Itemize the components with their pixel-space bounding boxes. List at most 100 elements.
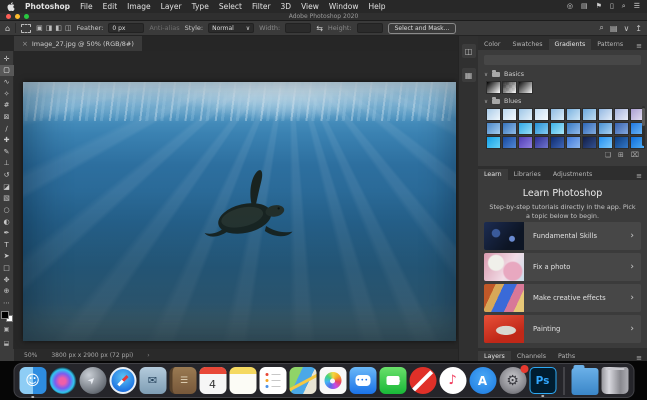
libraries-panel-icon[interactable]: ◫: [461, 44, 476, 58]
tab-gradients[interactable]: Gradients: [548, 39, 592, 50]
gradient-swatch-blues-26[interactable]: [566, 136, 581, 149]
adjustments-panel-icon[interactable]: ▦: [461, 68, 476, 82]
gradient-swatch-blues-6[interactable]: [566, 108, 581, 121]
launchpad-dock-icon[interactable]: ➤: [79, 367, 106, 394]
music-dock-icon[interactable]: ♪: [439, 367, 466, 394]
document-tab[interactable]: × Image_27.jpg @ 50% (RGB/8#): [14, 36, 142, 51]
gradient-swatch-blues-18[interactable]: [598, 122, 613, 135]
gradient-swatch-blues-4[interactable]: [534, 108, 549, 121]
notes-dock-icon[interactable]: [229, 367, 256, 394]
battery-icon[interactable]: ▯: [610, 2, 614, 11]
status-chevron-icon[interactable]: ›: [147, 352, 149, 359]
gradient-swatch-blues-5[interactable]: [550, 108, 565, 121]
gradient-swatch-blues-2[interactable]: [502, 108, 517, 121]
gradient-swatch-blues-23[interactable]: [518, 136, 533, 149]
gradient-swatch-blues-11[interactable]: [486, 122, 501, 135]
brush-tool[interactable]: ✎: [0, 146, 14, 158]
type-tool[interactable]: T: [0, 239, 14, 251]
gradient-swatch-blues-16[interactable]: [566, 122, 581, 135]
panel-scrollbar[interactable]: [642, 106, 645, 146]
color-chips[interactable]: [0, 310, 13, 322]
history-brush-tool[interactable]: ↺: [0, 169, 14, 181]
menu-item-view[interactable]: View: [301, 2, 319, 11]
screen-mirroring-icon[interactable]: ◎: [567, 2, 573, 11]
gradient-swatch-basics-2[interactable]: [502, 81, 517, 94]
learn-card-effects[interactable]: Make creative effects ›: [484, 284, 641, 312]
tab-learn[interactable]: Learn: [478, 169, 508, 180]
path-selection-tool[interactable]: ➤: [0, 251, 14, 263]
move-tool[interactable]: ✛: [0, 53, 14, 65]
gradient-swatch-basics-3[interactable]: [518, 81, 533, 94]
menu-item-edit[interactable]: Edit: [103, 2, 118, 11]
safari-dock-icon[interactable]: [109, 367, 136, 394]
gradient-swatch-blues-9[interactable]: [614, 108, 629, 121]
gradient-swatch-blues-13[interactable]: [518, 122, 533, 135]
lasso-tool[interactable]: ∿: [0, 76, 14, 88]
intersect-selection-icon[interactable]: ◫: [65, 24, 72, 32]
siri-dock-icon[interactable]: [49, 367, 76, 394]
search-icon[interactable]: ⌕: [622, 2, 626, 11]
menu-item-help[interactable]: Help: [368, 2, 385, 11]
gradient-swatch-blues-17[interactable]: [582, 122, 597, 135]
menu-item-select[interactable]: Select: [219, 2, 242, 11]
gradient-swatch-blues-19[interactable]: [614, 122, 629, 135]
photos-dock-icon[interactable]: [319, 367, 346, 394]
healing-brush-tool[interactable]: ✚: [0, 134, 14, 146]
foreground-color-chip[interactable]: [0, 310, 9, 319]
disclosure-icon[interactable]: ∨: [484, 72, 488, 78]
menu-item-3d[interactable]: 3D: [281, 2, 292, 11]
quick-selection-tool[interactable]: ✧: [0, 88, 14, 100]
gradient-swatch-blues-15[interactable]: [550, 122, 565, 135]
gradient-swatch-blues-1[interactable]: [486, 108, 501, 121]
gradient-swatch-basics-1[interactable]: [486, 81, 501, 94]
group-basics[interactable]: ∨ Basics: [484, 70, 524, 78]
rectangle-tool[interactable]: □: [0, 262, 14, 274]
system-preferences-dock-icon[interactable]: ⚙: [499, 365, 528, 394]
gradient-swatch-blues-25[interactable]: [550, 136, 565, 149]
learn-card-photo[interactable]: Fix a photo ›: [484, 253, 641, 281]
display-icon[interactable]: ▤: [581, 2, 588, 11]
toolbar-ellipsis[interactable]: ⋯: [0, 297, 14, 309]
gradient-swatch-blues-7[interactable]: [582, 108, 597, 121]
do-not-enter-dock-icon[interactable]: [409, 367, 436, 394]
marquee-tool[interactable]: ▢: [0, 64, 14, 77]
eraser-tool[interactable]: ◪: [0, 181, 14, 193]
gradient-swatch-blues-3[interactable]: [518, 108, 533, 121]
trash-dock-icon[interactable]: [601, 367, 628, 394]
panel-menu-icon[interactable]: ≡: [636, 172, 647, 180]
maps-dock-icon[interactable]: [289, 367, 316, 394]
learn-card-painting[interactable]: Painting ›: [484, 315, 641, 343]
height-input[interactable]: [356, 23, 383, 33]
gradient-swatch-blues-8[interactable]: [598, 108, 613, 121]
app-store-dock-icon[interactable]: A: [469, 367, 496, 394]
gradient-swatch-blues-29[interactable]: [614, 136, 629, 149]
workspace-icon[interactable]: ▤: [610, 24, 618, 33]
tool-preset-marquee-icon[interactable]: [21, 23, 32, 33]
delete-icon[interactable]: ⌧: [631, 151, 639, 159]
new-group-icon[interactable]: ❏: [605, 151, 611, 159]
anti-alias-checkbox[interactable]: Anti-alias: [149, 24, 179, 32]
menu-item-filter[interactable]: Filter: [252, 2, 271, 11]
menu-item-type[interactable]: Type: [192, 2, 209, 11]
width-input[interactable]: [285, 23, 312, 33]
gradient-swatch-blues-27[interactable]: [582, 136, 597, 149]
gradient-tool[interactable]: ▧: [0, 193, 14, 205]
chevron-down-icon[interactable]: ∨: [623, 24, 629, 33]
menu-item-window[interactable]: Window: [329, 2, 359, 11]
frame-tool[interactable]: ⊠: [0, 111, 14, 123]
new-gradient-icon[interactable]: ⊞: [618, 151, 624, 159]
document-image[interactable]: [23, 82, 456, 341]
gradient-search-row[interactable]: [484, 55, 641, 65]
hand-tool[interactable]: ✥: [0, 274, 14, 286]
add-selection-icon[interactable]: ◨: [46, 24, 53, 32]
calendar-dock-icon[interactable]: 4: [199, 367, 226, 394]
contacts-dock-icon[interactable]: ☰: [169, 367, 196, 394]
screen-mode-icon[interactable]: ⬓: [0, 337, 14, 349]
new-selection-icon[interactable]: ▣: [36, 24, 43, 32]
style-dropdown[interactable]: Normal ∨: [208, 23, 255, 33]
crop-tool[interactable]: #: [0, 100, 14, 112]
share-icon[interactable]: ↥: [635, 24, 642, 33]
search-icon[interactable]: ⌕: [599, 23, 603, 33]
gradient-swatch-blues-12[interactable]: [502, 122, 517, 135]
zoom-tool[interactable]: ⊕: [0, 286, 14, 298]
